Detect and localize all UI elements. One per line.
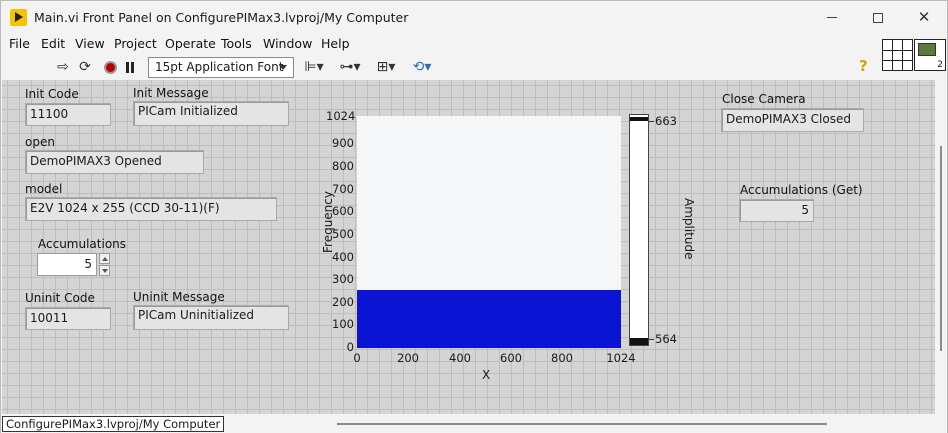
ramp-tick-mark [649, 121, 654, 122]
close-camera-indicator: DemoPIMAX3 Closed [721, 108, 864, 132]
y-tick-label: 800 [332, 159, 354, 173]
minimize-button[interactable] [809, 1, 855, 33]
status-bar: ConfigurePIMax3.lvproj/My Computer [1, 414, 947, 433]
maximize-button[interactable] [855, 1, 901, 33]
model-label: model [25, 182, 63, 196]
font-select[interactable]: 15pt Application Font [148, 57, 294, 78]
window-title: Main.vi Front Panel on ConfigurePIMax3.l… [34, 10, 409, 25]
color-ramp[interactable] [629, 114, 649, 346]
menu-bar: File Edit View Project Operate Tools Win… [1, 33, 881, 53]
y-tick-label: 1024 [326, 109, 356, 123]
vi-icon-number: 2 [937, 60, 943, 70]
project-context-path[interactable]: ConfigurePIMax3.lvproj/My Computer [2, 416, 225, 432]
minimize-icon [827, 17, 837, 18]
ramp-top-marker [630, 117, 648, 121]
ramp-tick-mark [649, 339, 654, 340]
resize-objects-icon[interactable]: ⊞▾ [373, 58, 399, 76]
decrement-arrow-icon[interactable] [99, 265, 110, 276]
vi-icon-screen [918, 43, 936, 56]
x-tick-label: 1024 [606, 351, 636, 365]
pause-icon[interactable] [123, 58, 137, 76]
accumulations-input[interactable]: 5 [37, 253, 97, 276]
ramp-max-label: 663 [655, 114, 677, 128]
distribute-objects-icon[interactable]: ⊶▾ [337, 58, 363, 76]
accumulations-get-label: Accumulations (Get) [740, 183, 863, 197]
labview-window: Main.vi Front Panel on ConfigurePIMax3.l… [0, 0, 948, 433]
intensity-graph-plot[interactable] [357, 116, 621, 348]
model-indicator: E2V 1024 x 255 (CCD 30-11)(F) [25, 197, 277, 221]
y-tick-label: 300 [332, 272, 354, 286]
menu-window[interactable]: Window [263, 36, 312, 51]
init-code-label: Init Code [25, 87, 79, 101]
y-axis-label: Frequency [321, 191, 335, 253]
align-objects-icon[interactable]: ⊫▾ [301, 58, 327, 76]
increment-arrow-icon[interactable] [99, 253, 110, 264]
run-icon[interactable]: ⇨ [55, 58, 71, 76]
uninit-code-indicator: 10011 [25, 307, 111, 330]
intensity-fill [357, 290, 621, 348]
x-tick-label: 200 [397, 351, 419, 365]
y-tick-label: 200 [332, 295, 354, 309]
init-code-indicator: 11100 [25, 103, 111, 126]
labview-app-icon [10, 9, 27, 26]
reorder-icon[interactable]: ⟲▾ [409, 58, 435, 76]
open-label: open [25, 135, 55, 149]
chevron-down-icon [279, 65, 287, 70]
uninit-code-label: Uninit Code [25, 291, 95, 305]
connector-pane-icon[interactable] [882, 39, 913, 71]
menu-file[interactable]: File [9, 36, 30, 51]
abort-icon[interactable] [102, 58, 118, 76]
init-message-indicator: PICam Initialized [133, 101, 289, 126]
toolbar: ⇨ ⟳ 15pt Application Font ⊫▾ ⊶▾ ⊞▾ ⟲▾ [1, 55, 881, 79]
uninit-message-indicator: PICam Uninitialized [133, 305, 289, 330]
vertical-scrollbar[interactable] [937, 80, 947, 414]
maximize-icon [873, 12, 883, 23]
run-continuously-icon[interactable]: ⟳ [77, 58, 93, 76]
menu-edit[interactable]: Edit [41, 36, 65, 51]
accumulations-label: Accumulations [38, 237, 127, 251]
x-tick-label: 600 [500, 351, 522, 365]
x-tick-label: 800 [551, 351, 573, 365]
title-bar: Main.vi Front Panel on ConfigurePIMax3.l… [1, 1, 947, 33]
x-axis-label: X [482, 368, 491, 382]
close-button[interactable]: ✕ [901, 1, 947, 33]
help-icon[interactable]: ? [859, 57, 868, 75]
vertical-scrollbar-thumb[interactable] [940, 146, 942, 351]
font-select-value: 15pt Application Font [155, 60, 284, 74]
menu-project[interactable]: Project [114, 36, 157, 51]
y-tick-label: 900 [332, 136, 354, 150]
init-message-label: Init Message [133, 86, 209, 100]
menu-view[interactable]: View [75, 36, 105, 51]
x-tick-label: 0 [353, 351, 361, 365]
accumulations-get-indicator: 5 [739, 199, 814, 222]
amplitude-label: Amplitude [682, 198, 696, 260]
menu-tools[interactable]: Tools [221, 36, 252, 51]
ramp-bottom-marker [630, 338, 648, 345]
front-panel: Init Code 11100 Init Message PICam Initi… [2, 80, 935, 414]
horizontal-scrollbar[interactable] [337, 423, 827, 425]
ramp-min-label: 564 [655, 332, 677, 346]
menu-help[interactable]: Help [321, 36, 350, 51]
close-icon: ✕ [917, 8, 931, 26]
x-tick-label: 400 [449, 351, 471, 365]
vi-icon[interactable]: 2 [914, 39, 946, 71]
close-camera-label: Close Camera [722, 92, 806, 106]
open-indicator: DemoPIMAX3 Opened [25, 150, 204, 174]
uninit-message-label: Uninit Message [133, 290, 225, 304]
y-tick-label: 100 [332, 317, 354, 331]
menu-operate[interactable]: Operate [165, 36, 216, 51]
